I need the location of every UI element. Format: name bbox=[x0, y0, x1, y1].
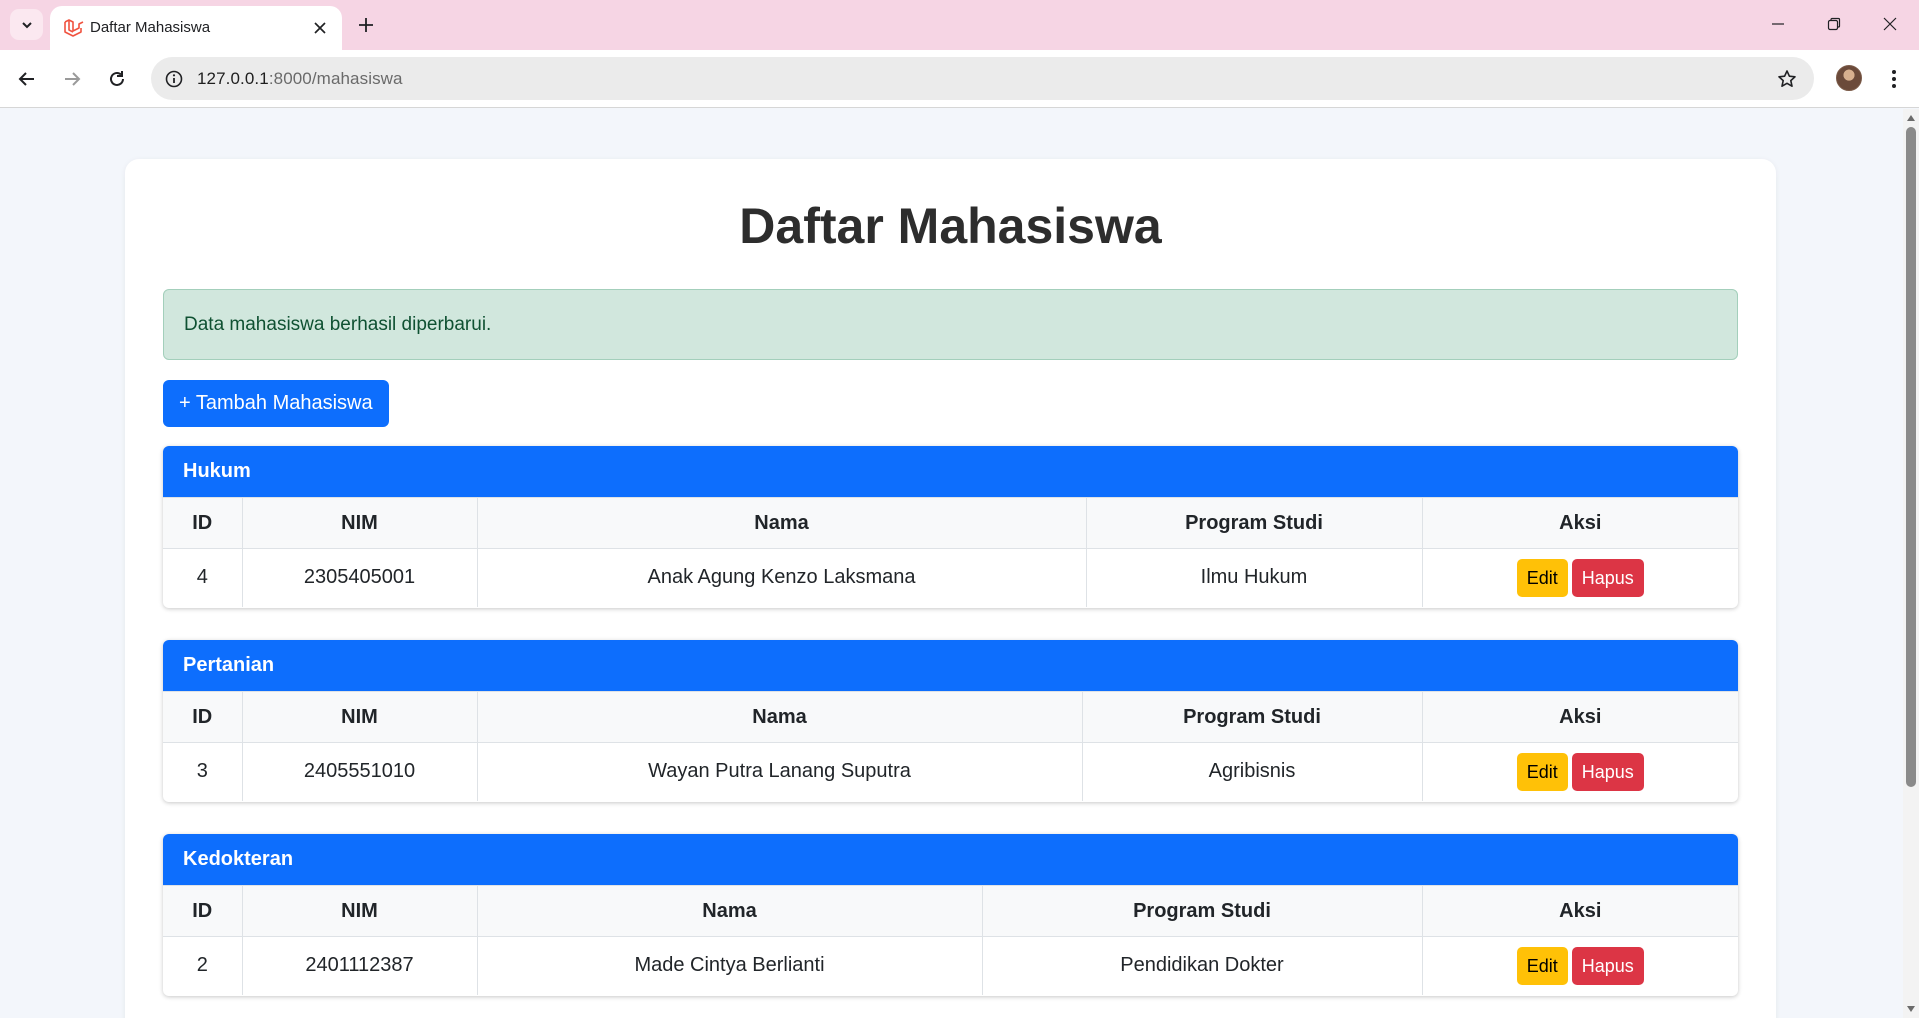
table-row: 2 2401112387 Made Cintya Berlianti Pendi… bbox=[163, 936, 1738, 995]
minimize-icon bbox=[1772, 23, 1784, 25]
edit-button[interactable]: Edit bbox=[1516, 558, 1568, 597]
column-header-id: ID bbox=[163, 691, 243, 743]
column-header-prodi: Program Studi bbox=[1081, 691, 1423, 743]
cell-nim: 2405551010 bbox=[241, 742, 478, 801]
cell-actions: Edit Hapus bbox=[1421, 936, 1738, 995]
faculty-group-pertanian: Pertanian ID NIM Nama Program Studi Aksi… bbox=[163, 640, 1738, 802]
cell-id: 3 bbox=[163, 742, 243, 801]
student-table: ID NIM Nama Program Studi Aksi 2 2401112… bbox=[163, 885, 1738, 995]
minimize-button[interactable] bbox=[1750, 0, 1806, 48]
delete-button[interactable]: Hapus bbox=[1571, 558, 1644, 597]
close-tab-button[interactable] bbox=[308, 16, 332, 40]
reload-button[interactable] bbox=[99, 61, 135, 97]
column-header-id: ID bbox=[163, 497, 243, 549]
cell-id: 2 bbox=[163, 936, 243, 995]
cell-prodi: Ilmu Hukum bbox=[1085, 548, 1423, 607]
column-header-nim: NIM bbox=[241, 497, 478, 549]
faculty-group-kedokteran: Kedokteran ID NIM Nama Program Studi Aks… bbox=[163, 834, 1738, 996]
site-info-button[interactable] bbox=[162, 67, 186, 91]
column-header-nim: NIM bbox=[241, 885, 478, 937]
edit-button[interactable]: Edit bbox=[1516, 946, 1568, 985]
close-window-icon bbox=[1883, 17, 1897, 31]
vertical-scrollbar[interactable] bbox=[1903, 109, 1919, 1018]
bookmark-button[interactable] bbox=[1774, 66, 1800, 92]
cell-actions: Edit Hapus bbox=[1421, 742, 1738, 801]
cell-nim: 2305405001 bbox=[241, 548, 478, 607]
scrollbar-thumb[interactable] bbox=[1906, 127, 1916, 787]
table-row: 4 2305405001 Anak Agung Kenzo Laksmana I… bbox=[163, 548, 1738, 607]
cell-nama: Wayan Putra Lanang Suputra bbox=[476, 742, 1083, 801]
forward-button[interactable] bbox=[54, 61, 90, 97]
add-student-button[interactable]: + Tambah Mahasiswa bbox=[163, 380, 389, 427]
url-host: 127.0.0.1 bbox=[197, 69, 269, 88]
content-card: Daftar Mahasiswa Data mahasiswa berhasil… bbox=[125, 159, 1776, 1018]
kebab-menu-icon bbox=[1892, 70, 1896, 88]
column-header-nama: Nama bbox=[476, 885, 983, 937]
column-header-nama: Nama bbox=[476, 497, 1087, 549]
chevron-down-icon bbox=[21, 21, 32, 28]
url-path: :8000/mahasiswa bbox=[268, 69, 403, 88]
column-header-nim: NIM bbox=[241, 691, 478, 743]
cell-actions: Edit Hapus bbox=[1421, 548, 1738, 607]
delete-button[interactable]: Hapus bbox=[1571, 946, 1644, 985]
tab-title: Daftar Mahasiswa bbox=[90, 19, 211, 36]
page-viewport: Daftar Mahasiswa Data mahasiswa berhasil… bbox=[0, 109, 1903, 1018]
scroll-up-arrow-icon[interactable] bbox=[1906, 113, 1916, 123]
student-table: ID NIM Nama Program Studi Aksi 4 2305405… bbox=[163, 497, 1738, 607]
browser-toolbar: 127.0.0.1:8000/mahasiswa bbox=[0, 50, 1919, 108]
browser-tab[interactable]: Daftar Mahasiswa bbox=[50, 6, 342, 50]
cell-nim: 2401112387 bbox=[241, 936, 478, 995]
table-header-row: ID NIM Nama Program Studi Aksi bbox=[163, 885, 1738, 937]
new-tab-button[interactable] bbox=[352, 11, 380, 39]
cell-nama: Made Cintya Berlianti bbox=[476, 936, 983, 995]
column-header-nama: Nama bbox=[476, 691, 1083, 743]
close-window-button[interactable] bbox=[1862, 0, 1918, 48]
group-header: Kedokteran bbox=[163, 834, 1738, 885]
close-icon bbox=[314, 22, 326, 34]
plus-icon bbox=[359, 18, 373, 32]
group-header: Pertanian bbox=[163, 640, 1738, 691]
student-table: ID NIM Nama Program Studi Aksi 3 2405551… bbox=[163, 691, 1738, 801]
column-header-prodi: Program Studi bbox=[1085, 497, 1423, 549]
forward-icon bbox=[65, 72, 81, 86]
laravel-favicon-icon bbox=[64, 19, 84, 37]
cell-prodi: Pendidikan Dokter bbox=[981, 936, 1423, 995]
edit-button[interactable]: Edit bbox=[1516, 752, 1568, 791]
cell-nama: Anak Agung Kenzo Laksmana bbox=[476, 548, 1087, 607]
faculty-group-hukum: Hukum ID NIM Nama Program Studi Aksi 4 2… bbox=[163, 446, 1738, 608]
reload-icon bbox=[110, 71, 124, 86]
table-row: 3 2405551010 Wayan Putra Lanang Suputra … bbox=[163, 742, 1738, 801]
column-header-id: ID bbox=[163, 885, 243, 937]
site-info-icon bbox=[165, 70, 183, 88]
browser-menu-button[interactable] bbox=[1880, 64, 1908, 94]
column-header-aksi: Aksi bbox=[1421, 691, 1738, 743]
cell-id: 4 bbox=[163, 548, 243, 607]
back-button[interactable] bbox=[9, 61, 45, 97]
cell-prodi: Agribisnis bbox=[1081, 742, 1423, 801]
scroll-down-arrow-icon[interactable] bbox=[1906, 1004, 1916, 1014]
page-title: Daftar Mahasiswa bbox=[739, 198, 1162, 254]
table-header-row: ID NIM Nama Program Studi Aksi bbox=[163, 497, 1738, 549]
restore-icon bbox=[1827, 17, 1841, 31]
column-header-prodi: Program Studi bbox=[981, 885, 1423, 937]
address-bar[interactable]: 127.0.0.1:8000/mahasiswa bbox=[151, 57, 1814, 100]
alert-message: Data mahasiswa berhasil diperbarui. bbox=[184, 314, 492, 335]
delete-button[interactable]: Hapus bbox=[1571, 752, 1644, 791]
back-icon bbox=[18, 72, 34, 86]
url-text: 127.0.0.1:8000/mahasiswa bbox=[197, 69, 403, 89]
group-header: Hukum bbox=[163, 446, 1738, 497]
tab-search-button[interactable] bbox=[10, 9, 43, 40]
browser-tab-strip: Daftar Mahasiswa bbox=[0, 0, 1919, 50]
star-icon bbox=[1778, 70, 1796, 87]
profile-avatar[interactable] bbox=[1836, 65, 1862, 91]
column-header-aksi: Aksi bbox=[1421, 885, 1738, 937]
table-header-row: ID NIM Nama Program Studi Aksi bbox=[163, 691, 1738, 743]
column-header-aksi: Aksi bbox=[1421, 497, 1738, 549]
success-alert: Data mahasiswa berhasil diperbarui. bbox=[163, 289, 1738, 360]
restore-button[interactable] bbox=[1806, 0, 1862, 48]
